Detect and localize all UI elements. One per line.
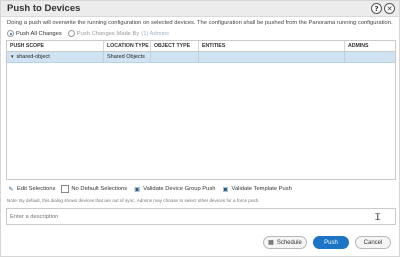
cell-push-scope: ▼ shared-object (7, 52, 104, 62)
table-row[interactable]: ▼ shared-object Shared Objects (7, 52, 395, 63)
grid-header: PUSH SCOPE LOCATION TYPE OBJECT TYPE ENT… (7, 41, 395, 52)
schedule-button[interactable]: ▦ Schedule (263, 236, 307, 249)
column-admins[interactable]: ADMINS (345, 41, 395, 51)
validate-template-push-label: Validate Template Push (231, 186, 292, 192)
push-all-changes-radio[interactable]: Push All Changes (7, 30, 62, 37)
cell-location-type: Shared Objects (104, 52, 151, 62)
notice-text: Doing a push will overwrite the running … (7, 20, 393, 26)
validate-device-group-push-label: Validate Device Group Push (143, 186, 216, 192)
edit-selections-label: Edit Selections (17, 186, 56, 192)
push-changes-made-by-label: Push Changes Made By (76, 30, 140, 37)
cancel-button[interactable]: Cancel (355, 236, 391, 249)
validate-template-push-button[interactable]: ▣ Validate Template Push (222, 185, 292, 193)
cell-entities (199, 52, 345, 62)
push-button[interactable]: Push (313, 236, 349, 249)
title-icons: ? ✕ (371, 3, 395, 14)
push-mode-group: Push All Changes Push Changes Made By (1… (7, 30, 169, 37)
dialog-title: Push to Devices (7, 3, 81, 14)
cell-admins (345, 52, 395, 62)
radio-selected-icon (7, 30, 14, 37)
admins-link[interactable]: (1) Admins (141, 31, 169, 37)
no-default-selections-checkbox[interactable]: No Default Selections (61, 185, 127, 193)
cell-object-type (151, 52, 199, 62)
calendar-icon: ▦ (268, 240, 274, 246)
column-push-scope[interactable]: PUSH SCOPE (7, 41, 104, 51)
radio-unselected-icon (67, 30, 75, 37)
description-input[interactable] (6, 208, 396, 225)
push-changes-made-by-radio[interactable]: Push Changes Made By (1) Admins (67, 30, 169, 37)
schedule-label: Schedule (276, 239, 302, 246)
validate-template-icon: ▣ (222, 186, 229, 193)
expand-triangle-icon[interactable]: ▼ (10, 54, 14, 59)
edit-icon: ✎ (8, 186, 14, 193)
push-to-devices-dialog: Push to Devices ? ✕ Doing a push will ov… (0, 0, 400, 257)
validate-device-group-push-button[interactable]: ▣ Validate Device Group Push (133, 185, 215, 193)
push-scope-value: shared-object (16, 54, 50, 60)
dialog-titlebar: Push to Devices ? ✕ (1, 1, 399, 17)
note-text: Note: By default, this dialog shows devi… (7, 198, 260, 203)
no-default-selections-label: No Default Selections (71, 186, 128, 192)
help-icon[interactable]: ? (371, 3, 382, 14)
push-all-changes-label: Push All Changes (16, 30, 62, 37)
grid-toolbar: ✎ Edit Selections No Default Selections … (7, 185, 292, 193)
column-location-type[interactable]: LOCATION TYPE (104, 41, 151, 51)
text-cursor-icon: Ꮖ (375, 213, 381, 223)
footer-buttons: ▦ Schedule Push Cancel (263, 236, 391, 249)
validate-icon: ▣ (134, 186, 140, 193)
column-entities[interactable]: ENTITIES (199, 41, 345, 51)
push-scope-grid: PUSH SCOPE LOCATION TYPE OBJECT TYPE ENT… (6, 40, 396, 180)
column-object-type[interactable]: OBJECT TYPE (151, 41, 199, 51)
checkbox-icon (61, 185, 70, 193)
close-icon[interactable]: ✕ (384, 3, 395, 14)
edit-selections-button[interactable]: ✎ Edit Selections (7, 185, 55, 193)
